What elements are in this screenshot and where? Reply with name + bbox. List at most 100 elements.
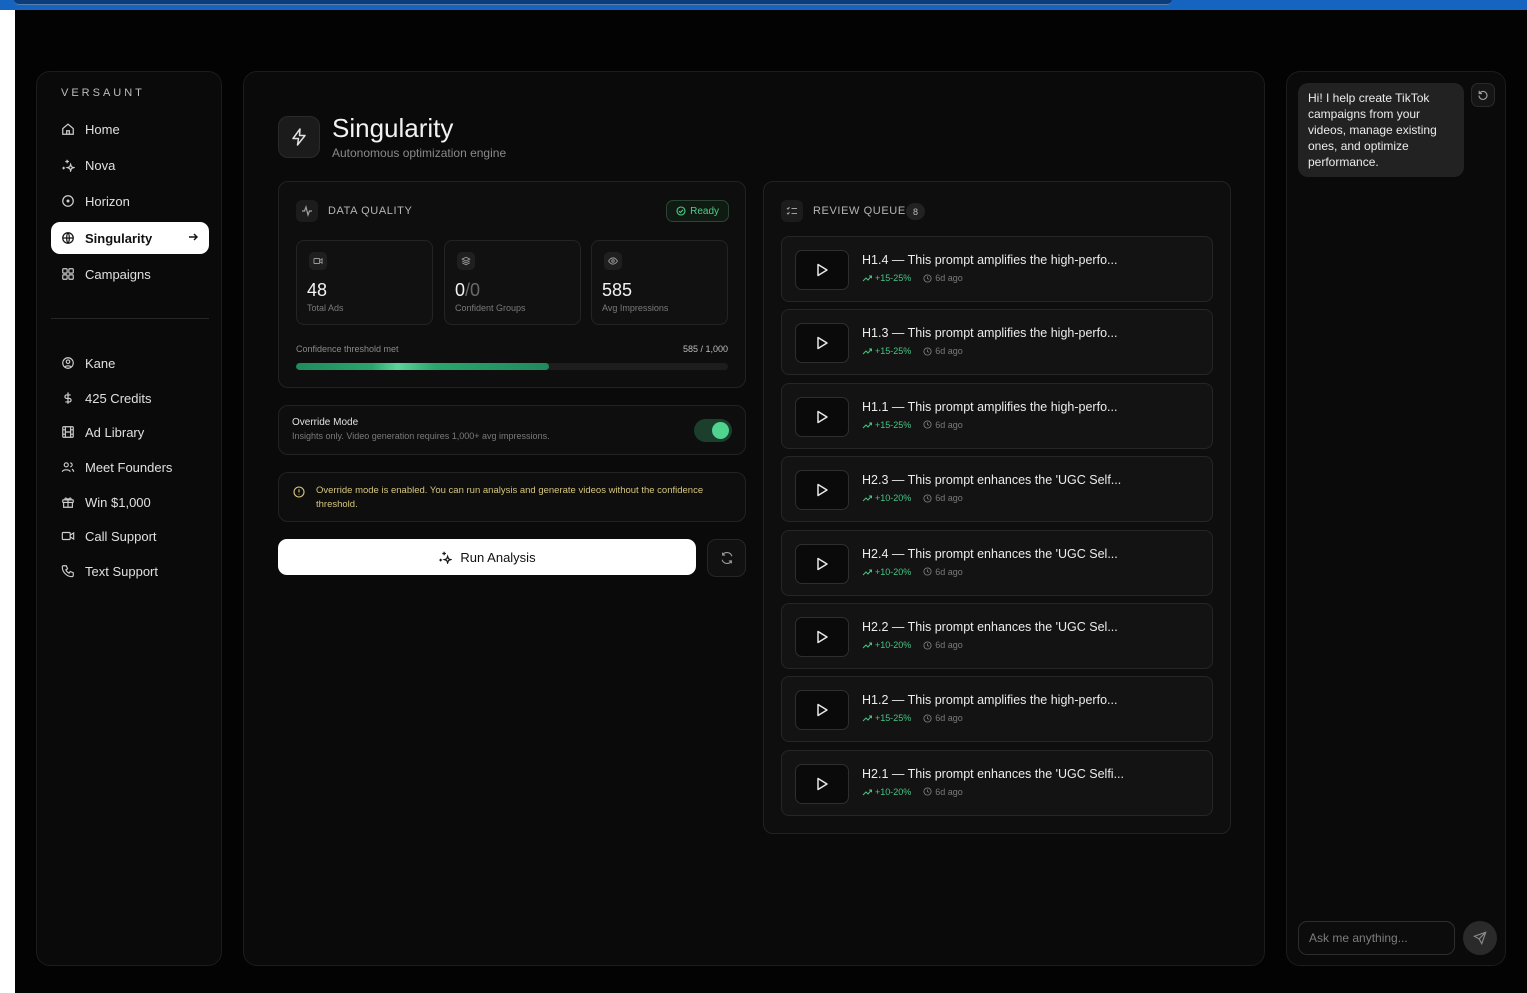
chat-input[interactable]	[1298, 921, 1455, 955]
info-icon	[293, 486, 305, 498]
review-queue-item[interactable]: H2.4 — This prompt enhances the 'UGC Sel…	[781, 529, 1213, 596]
item-time: 6d ago	[923, 787, 963, 797]
clock-icon	[923, 567, 932, 576]
nav-item-home[interactable]: Home	[51, 113, 209, 145]
data-quality-label: DATA QUALITY	[328, 205, 413, 217]
stat-avg-impressions: 585 Avg Impressions	[591, 240, 728, 325]
item-time: 6d ago	[923, 273, 963, 283]
nav-label: Campaigns	[85, 266, 151, 282]
nav-label: Singularity	[85, 230, 153, 246]
play-button[interactable]	[795, 470, 849, 511]
nav-item-call-support[interactable]: Call Support	[51, 520, 209, 552]
nav-item-horizon[interactable]: Horizon	[51, 185, 209, 217]
override-title: Override Mode	[292, 417, 359, 428]
rotate-icon	[1478, 90, 1488, 100]
nav-label: Kane	[85, 355, 116, 371]
item-title: H2.4 — This prompt enhances the 'UGC Sel…	[862, 546, 1118, 561]
nav-label: Call Support	[85, 528, 157, 544]
confidence-label: Confidence threshold met	[296, 344, 399, 354]
item-meta: +10-20% 6d ago	[862, 787, 963, 797]
play-button[interactable]	[795, 617, 849, 657]
nav-label: Text Support	[85, 563, 158, 579]
item-gain: +10-20%	[862, 493, 911, 503]
play-button[interactable]	[795, 250, 849, 290]
item-gain: +15-25%	[862, 420, 911, 430]
item-gain-value: +15-25%	[875, 346, 912, 357]
clock-icon	[923, 640, 932, 650]
brand-logo: VERSAUNT	[61, 87, 145, 99]
item-title: H2.2 — This prompt enhances the 'UGC Sel…	[862, 620, 1118, 634]
nav-item-account[interactable]: Kane	[51, 347, 209, 379]
play-icon	[817, 630, 828, 644]
clock-icon	[923, 787, 932, 796]
item-gain-value: +15-25%	[875, 713, 912, 724]
review-queue-item[interactable]: H1.2 — This prompt amplifies the high-pe…	[781, 676, 1213, 743]
play-button[interactable]	[795, 543, 849, 584]
confidence-value: 585 / 1,000	[682, 344, 728, 354]
override-toggle[interactable]	[694, 419, 732, 442]
confidence-progress-fill	[296, 363, 549, 370]
nav-item-meet-founders[interactable]: Meet Founders	[51, 451, 209, 483]
item-gain-value: +10-20%	[875, 493, 912, 504]
trending-up-icon	[862, 642, 872, 649]
user-circle-icon	[61, 356, 75, 370]
nav-item-win[interactable]: Win $1,000	[51, 486, 209, 518]
stat-confident-groups: 0/0 Confident Groups	[444, 240, 581, 325]
play-icon	[817, 704, 828, 717]
trending-up-icon	[862, 348, 872, 355]
play-icon	[817, 777, 828, 791]
nav-label: 425 Credits	[85, 390, 152, 406]
nav-item-credits[interactable]: 425 Credits	[51, 382, 209, 414]
stat-value: 0/0	[455, 280, 480, 301]
assistant-message: Hi! I help create TikTok campaigns from …	[1298, 83, 1464, 177]
item-gain: +10-20%	[862, 787, 911, 797]
trending-up-icon	[862, 789, 872, 796]
nav-item-nova[interactable]: Nova	[51, 149, 209, 181]
status-badge: Ready	[666, 200, 729, 222]
item-gain-value: +10-20%	[875, 640, 912, 650]
stat-value-main: 0	[455, 280, 466, 300]
item-meta: +10-20% 6d ago	[862, 640, 963, 650]
nav-item-ad-library[interactable]: Ad Library	[51, 416, 209, 448]
item-time: 6d ago	[923, 567, 963, 577]
send-button[interactable]	[1463, 921, 1497, 955]
item-time-value: 6d ago	[935, 419, 963, 430]
item-meta: +10-20% 6d ago	[862, 493, 963, 503]
play-button[interactable]	[795, 323, 849, 364]
item-time: 6d ago	[923, 493, 963, 503]
review-queue-item[interactable]: H2.1 — This prompt enhances the 'UGC Sel…	[781, 749, 1213, 816]
nav-item-campaigns[interactable]: Campaigns	[51, 258, 209, 290]
nav-item-singularity[interactable]: Singularity	[51, 222, 209, 254]
data-quality-card: DATA QUALITY Ready 48 Total Ads 0/0 Conf…	[278, 181, 746, 388]
nav-label: Win $1,000	[85, 494, 151, 510]
play-button[interactable]	[795, 396, 849, 437]
grid-icon	[61, 267, 75, 281]
play-button[interactable]	[795, 763, 849, 804]
stat-label: Total Ads	[307, 303, 344, 313]
trending-up-icon	[862, 715, 872, 722]
phone-icon	[61, 564, 75, 578]
review-queue-item[interactable]: H2.3 — This prompt enhances the 'UGC Sel…	[781, 456, 1213, 523]
nav-item-text-support[interactable]: Text Support	[51, 555, 209, 587]
users-icon	[61, 460, 75, 474]
item-time-value: 6d ago	[935, 273, 963, 283]
refresh-button[interactable]	[707, 539, 746, 577]
run-analysis-button[interactable]: Run Analysis	[278, 539, 696, 575]
trending-up-icon	[862, 495, 872, 502]
target-icon	[61, 194, 75, 208]
review-queue-item[interactable]: H2.2 — This prompt enhances the 'UGC Sel…	[781, 603, 1213, 669]
gift-icon	[61, 495, 75, 509]
play-button[interactable]	[795, 690, 849, 731]
review-queue-item[interactable]: H1.1 — This prompt amplifies the high-pe…	[781, 382, 1213, 449]
review-queue-item[interactable]: H1.3 — This prompt amplifies the high-pe…	[781, 309, 1213, 376]
status-label: Ready	[690, 205, 719, 217]
review-queue-card: REVIEW QUEUE 8 H1.4 — This prompt amplif…	[763, 181, 1231, 834]
review-queue-item[interactable]: H1.4 — This prompt amplifies the high-pe…	[781, 236, 1213, 302]
url-field[interactable]	[14, 0, 1172, 5]
clock-icon	[923, 273, 932, 283]
chat-reset-button[interactable]	[1471, 83, 1495, 107]
item-time: 6d ago	[923, 420, 963, 430]
play-icon	[817, 483, 828, 497]
sparkles-icon	[61, 158, 75, 172]
review-queue-label: REVIEW QUEUE	[813, 205, 906, 217]
